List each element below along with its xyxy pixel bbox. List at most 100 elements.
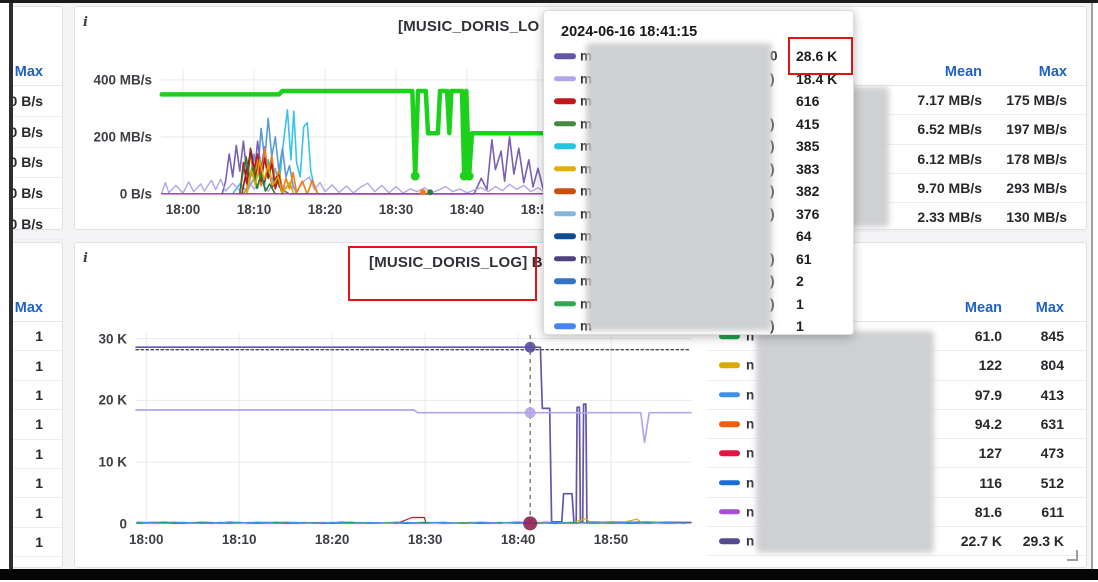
crosshair-point xyxy=(523,516,538,531)
series-name-fragment: n xyxy=(746,475,755,491)
panel-title-top[interactable]: [MUSIC_DORIS_LO xyxy=(398,18,539,35)
series-marker xyxy=(419,189,426,196)
legend-max-value: 512 xyxy=(1040,474,1064,491)
x-axis-tick-label: 18:50 xyxy=(593,532,629,547)
legend-mean-value: 2.33 MB/s xyxy=(917,209,982,226)
left-legend-panel-top: Max 0 B/s 0 B/s 0 B/s 0 B/s 0 B/s xyxy=(13,6,63,240)
series-color-dash xyxy=(554,233,576,239)
y-axis-tick-label: 0 B/s xyxy=(119,186,152,202)
legend-mean-value: 61.0 xyxy=(974,328,1002,345)
info-icon[interactable]: i xyxy=(83,251,88,266)
series-color-dash xyxy=(554,143,576,149)
legend-max-value: 0 B/s xyxy=(13,185,43,202)
legend-max-header[interactable]: Max xyxy=(1039,64,1067,80)
window-border-top xyxy=(0,0,1098,3)
y-axis-tick-label: 0 xyxy=(119,516,127,532)
crosshair-point xyxy=(524,341,536,353)
legend-row[interactable]: 1 xyxy=(13,528,62,558)
legend-mean-header[interactable]: Mean xyxy=(945,64,982,80)
x-axis-tick-label: 18:40 xyxy=(500,532,536,547)
legend-row[interactable]: 0 B/s xyxy=(13,209,62,240)
series-color-dash xyxy=(554,188,576,194)
legend-row[interactable]: 1 xyxy=(13,469,62,499)
legend-mean-value: 122 xyxy=(978,357,1002,374)
legend-row[interactable]: 1 xyxy=(13,322,62,352)
dashboard-content: Max 0 B/s 0 B/s 0 B/s 0 B/s 0 B/s Max 1 1 1 1 1 1 1 1… xyxy=(13,3,1091,569)
legend-max-value: 130 MB/s xyxy=(1006,209,1067,226)
legend-mean-value: 22.7 K xyxy=(960,533,1002,550)
legend-mean-value: 94.2 xyxy=(974,416,1002,433)
legend-max-value: 473 xyxy=(1040,445,1064,462)
legend-mean-value: 7.17 MB/s xyxy=(917,92,982,109)
legend-mean-value: 6.52 MB/s xyxy=(917,121,982,138)
x-axis-tick-label: 18:30 xyxy=(407,532,443,547)
legend-max-value: 413 xyxy=(1040,386,1064,403)
legend-mean-value: 9.70 MB/s xyxy=(917,180,982,197)
legend-row[interactable]: 0 B/s xyxy=(13,178,62,210)
series-name-fragment: n xyxy=(746,504,755,520)
tooltip-value: 61 xyxy=(796,250,812,267)
annotation-box-tooltip-value xyxy=(788,37,853,75)
chart-plot-bottom[interactable]: 18:00 18:10 18:20 18:30 18:40 18:50 0 10 K 20 K 3… xyxy=(98,331,692,547)
series-marker xyxy=(410,171,420,181)
legend-row[interactable]: 0 B/s xyxy=(13,148,62,179)
legend-max-header[interactable]: Max xyxy=(15,300,43,316)
legend-max-value: 0 B/s xyxy=(13,123,43,140)
info-icon[interactable]: i xyxy=(83,15,88,30)
series-color-dash xyxy=(719,538,740,544)
legend-row[interactable]: 1 xyxy=(13,440,62,469)
legend-max-value: 197 MB/s xyxy=(1006,121,1067,138)
x-axis-tick-label: 18:40 xyxy=(449,202,485,217)
window-border-right xyxy=(1091,3,1093,569)
legend-max-value: 1 xyxy=(35,475,43,492)
legend-row[interactable]: 1 xyxy=(13,410,62,440)
legend-max-value: 1 xyxy=(35,386,43,403)
series-line-green-throughput xyxy=(159,88,576,179)
blurred-series-names-bottom xyxy=(756,331,934,553)
x-axis-tick-label: 18:20 xyxy=(307,202,343,217)
y-axis-tick-label: 200 MB/s xyxy=(93,129,152,145)
x-axis-tick-label: 18:20 xyxy=(314,532,350,547)
legend-row[interactable]: 0 B/s xyxy=(13,86,62,117)
series-color-dash xyxy=(719,479,740,486)
y-axis-tick-label: 10 K xyxy=(98,454,127,470)
legend-row[interactable]: 1 xyxy=(13,381,62,411)
series-color-dash xyxy=(554,211,576,217)
series-color-dash xyxy=(719,391,740,398)
series-name-fragment: n xyxy=(746,533,755,549)
legend-row[interactable]: 0 B/s xyxy=(13,117,62,148)
series-line-darkpurple-count xyxy=(135,346,692,524)
x-axis-tick-label: 18:30 xyxy=(378,202,414,217)
tooltip-value: 64 xyxy=(796,228,812,245)
legend-max-value: 845 xyxy=(1040,328,1064,345)
legend-max-value: 0 B/s xyxy=(13,216,43,233)
legend-max-value: 611 xyxy=(1041,503,1064,520)
legend-max-header[interactable]: Max xyxy=(15,64,43,80)
legend-max-value: 804 xyxy=(1040,357,1064,374)
series-color-dash xyxy=(719,450,740,457)
legend-max-value: 1 xyxy=(35,357,43,374)
legend-max-value: 1 xyxy=(35,328,43,345)
legend-max-header[interactable]: Max xyxy=(1036,300,1064,316)
legend-row[interactable]: 1 xyxy=(13,351,62,381)
tooltip-value: 383 xyxy=(796,160,820,177)
legend-max-value: 631 xyxy=(1040,416,1064,433)
left-legend-panel-bottom: Max 1 1 1 1 1 1 1 1 xyxy=(13,242,63,568)
legend-max-value: 1 xyxy=(35,416,43,433)
legend-mean-header[interactable]: Mean xyxy=(965,300,1002,316)
legend-max-value: 178 MB/s xyxy=(1006,150,1067,167)
legend-header-row: Max xyxy=(13,58,62,86)
series-color-dash xyxy=(554,256,576,262)
series-marker xyxy=(464,171,474,181)
series-color-dash xyxy=(719,362,740,369)
x-axis-tick-label: 18:10 xyxy=(221,532,257,547)
legend-row[interactable]: 1 xyxy=(13,498,62,528)
legend-mean-value: 97.9 xyxy=(974,386,1002,403)
left-legend-table-bottom: Max 1 1 1 1 1 1 1 1 xyxy=(13,294,62,558)
legend-max-value: 29.3 K xyxy=(1022,533,1064,550)
tooltip-value: 376 xyxy=(796,205,820,222)
series-color-dash xyxy=(554,278,576,284)
tooltip-value: 1 xyxy=(796,295,804,312)
series-marker xyxy=(427,189,434,196)
panel-resize-handle[interactable] xyxy=(1067,550,1078,561)
